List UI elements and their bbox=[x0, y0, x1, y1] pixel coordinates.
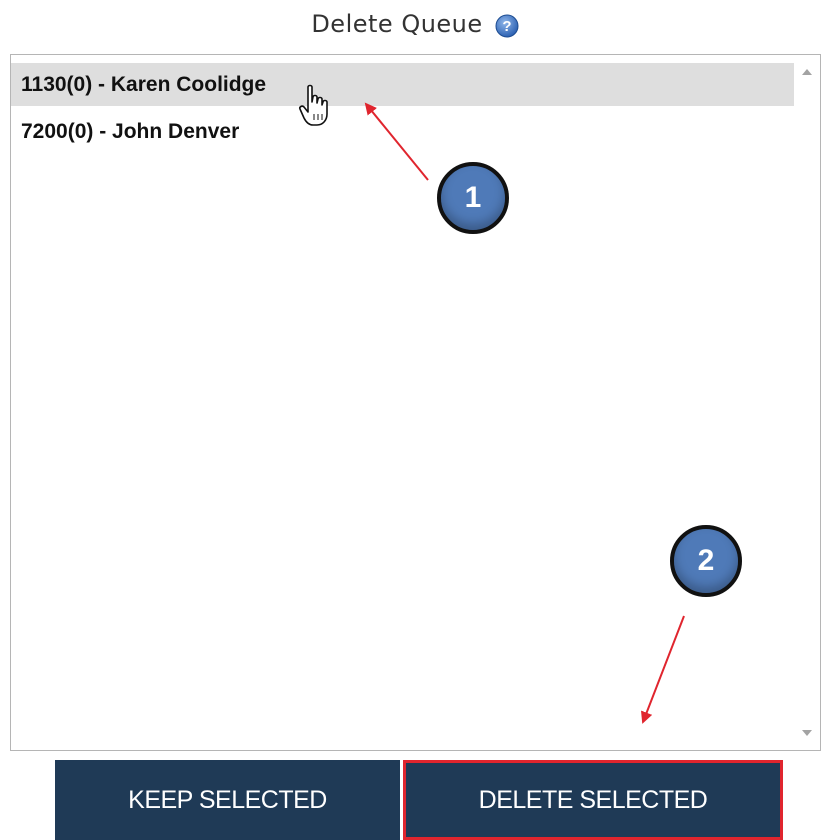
dialog-title: Delete Queue bbox=[311, 10, 483, 38]
step-1-badge: 1 bbox=[437, 162, 509, 234]
scrollbar[interactable] bbox=[794, 55, 820, 750]
delete-selected-button[interactable]: DELETE SELECTED bbox=[403, 760, 783, 840]
hand-cursor-icon bbox=[299, 84, 328, 126]
scroll-up-arrow-icon[interactable] bbox=[802, 69, 812, 75]
list-item[interactable]: 7200(0) - John Denver bbox=[11, 110, 794, 153]
help-icon[interactable]: ? bbox=[495, 14, 519, 38]
list-item[interactable]: 1130(0) - Karen Coolidge bbox=[11, 63, 794, 106]
keep-selected-button[interactable]: KEEP SELECTED bbox=[55, 760, 400, 840]
queue-list: 1130(0) - Karen Coolidge 7200(0) - John … bbox=[11, 55, 794, 750]
title-row: Delete Queue ? bbox=[0, 4, 830, 44]
queue-listbox[interactable]: 1130(0) - Karen Coolidge 7200(0) - John … bbox=[10, 54, 821, 751]
button-row: KEEP SELECTED DELETE SELECTED bbox=[55, 760, 783, 840]
scroll-down-arrow-icon[interactable] bbox=[802, 730, 812, 736]
svg-text:?: ? bbox=[502, 18, 511, 35]
delete-queue-panel: Delete Queue ? 1130(0) - Karen Coolidge … bbox=[0, 0, 830, 840]
step-2-badge: 2 bbox=[670, 525, 742, 597]
